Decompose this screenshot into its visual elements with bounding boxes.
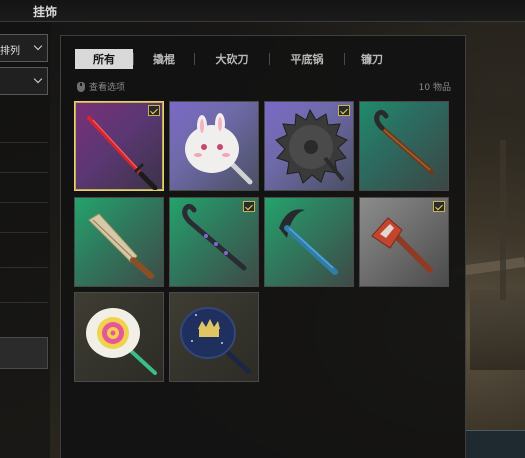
view-options[interactable]: 查看选项 bbox=[77, 80, 125, 93]
item-slot-crowbar[interactable] bbox=[359, 101, 449, 191]
background-crate bbox=[466, 430, 525, 458]
item-slot-saw-blade[interactable] bbox=[264, 101, 354, 191]
divider bbox=[0, 172, 48, 173]
tab-all[interactable]: 所有 bbox=[75, 49, 133, 69]
crown-pan-icon bbox=[180, 307, 251, 374]
item-count: 10 物品 bbox=[418, 83, 451, 93]
tab-sickle[interactable]: 镰刀 bbox=[345, 49, 399, 69]
chevron-down-icon bbox=[33, 74, 43, 84]
category-tabs: 所有 撬棍 大砍刀 平底锅 镰刀 bbox=[75, 49, 399, 69]
item-slot-blue-sickle[interactable] bbox=[264, 197, 354, 287]
equipped-check-icon bbox=[148, 105, 160, 116]
mouse-icon bbox=[77, 81, 85, 92]
divider bbox=[0, 232, 48, 233]
sort-dropdown-label: 排列 bbox=[0, 46, 20, 57]
divider bbox=[0, 302, 48, 303]
page-title: 挂饰 bbox=[33, 5, 58, 19]
divider bbox=[0, 202, 48, 203]
item-slot-purple-crowbar[interactable] bbox=[169, 197, 259, 287]
tab-crowbar[interactable]: 撬棍 bbox=[134, 49, 194, 69]
view-options-label: 查看选项 bbox=[89, 83, 126, 93]
item-slot-swirl-pan[interactable] bbox=[74, 292, 164, 382]
sort-dropdown[interactable]: 排列 bbox=[0, 34, 48, 62]
crowbar-icon bbox=[374, 109, 435, 175]
tab-pan[interactable]: 平底锅 bbox=[270, 49, 344, 69]
background-wall bbox=[470, 290, 525, 370]
inventory-panel: 所有 撬棍 大砍刀 平底锅 镰刀 查看选项 10 物品 bbox=[60, 35, 466, 458]
item-slot-crown-pan[interactable] bbox=[169, 292, 259, 382]
equipped-check-icon bbox=[433, 201, 445, 212]
filter-dropdown[interactable] bbox=[0, 67, 48, 95]
item-slot-red-axe[interactable] bbox=[359, 197, 449, 287]
item-slot-bunny-pan[interactable] bbox=[169, 101, 259, 191]
machete-icon bbox=[88, 213, 154, 279]
left-action-button[interactable] bbox=[0, 337, 48, 369]
header-bar: 挂饰 bbox=[0, 0, 525, 22]
equipped-check-icon bbox=[243, 201, 255, 212]
blue-sickle-icon bbox=[279, 209, 338, 275]
background-pole bbox=[500, 140, 506, 300]
divider bbox=[0, 142, 48, 143]
left-filter-panel: 排列 bbox=[0, 22, 50, 458]
tab-machete[interactable]: 大砍刀 bbox=[195, 49, 269, 69]
divider bbox=[0, 267, 48, 268]
item-slot-red-katana[interactable] bbox=[74, 101, 164, 191]
item-slot-machete[interactable] bbox=[74, 197, 164, 287]
equipped-check-icon bbox=[338, 105, 350, 116]
bunny-pan-icon bbox=[185, 113, 253, 185]
swirl-pan-icon bbox=[86, 308, 157, 375]
chevron-down-icon bbox=[33, 41, 43, 51]
